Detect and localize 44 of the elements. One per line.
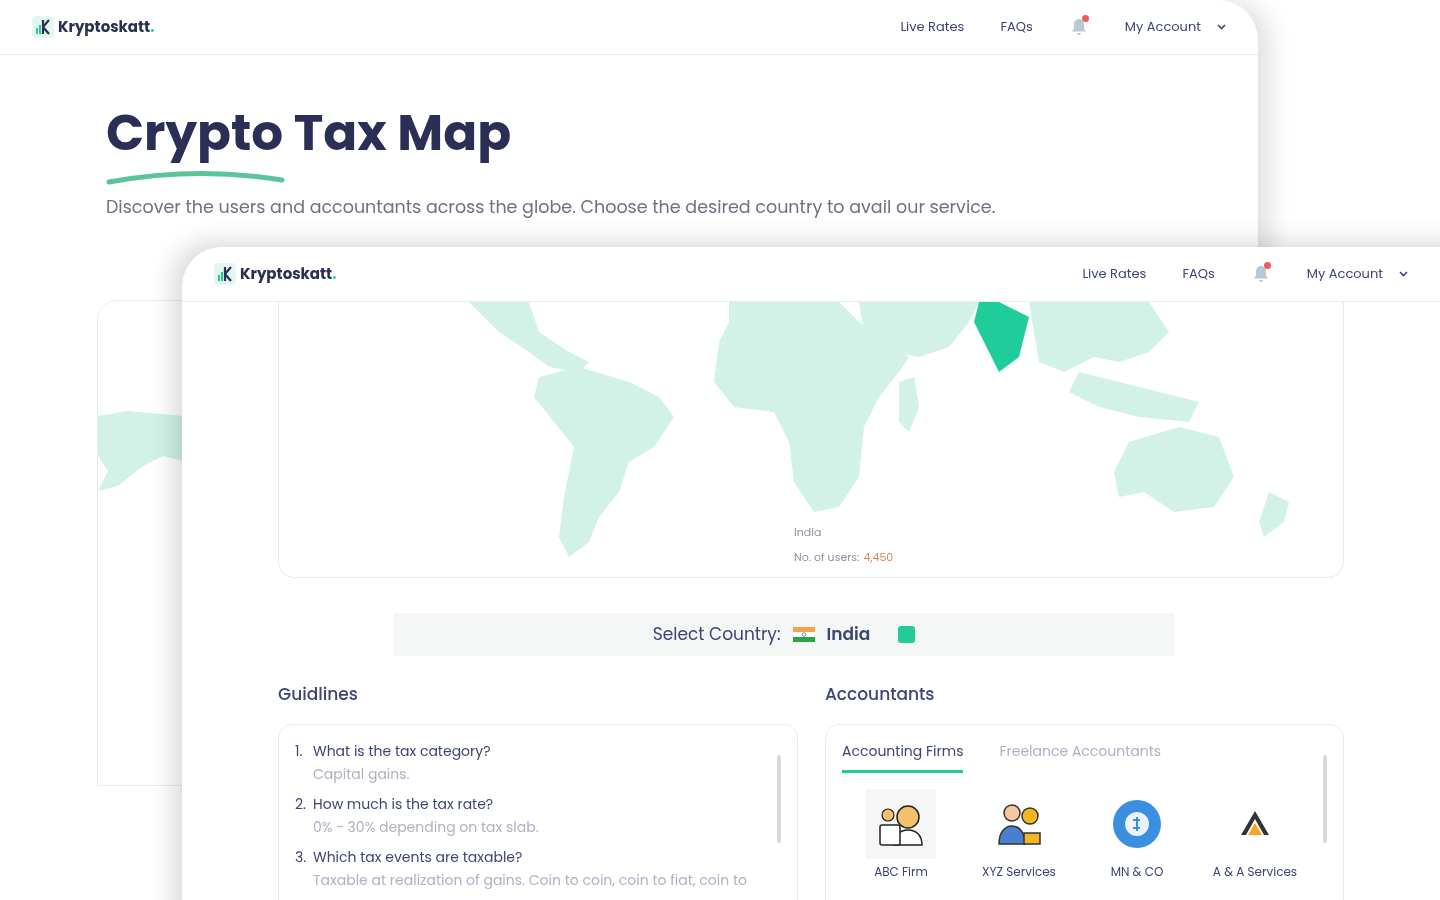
nav-link[interactable]: FAQs [1000, 17, 1033, 37]
tooltip-country: India [794, 524, 823, 541]
caret-icon [1217, 24, 1226, 30]
brand-name[interactable]: Kryptoskatt. [240, 262, 337, 286]
firm-name: A & A Services [1212, 862, 1298, 881]
firm-item[interactable]: ABC Firm [842, 788, 960, 881]
caret-icon [1399, 271, 1408, 277]
answer-text: 0% - 30% depending on tax slab. [313, 816, 539, 838]
bell-icon [1070, 18, 1087, 36]
tooltip-users-label: No. of users: [794, 548, 860, 565]
underline-stroke-icon [106, 168, 286, 186]
question-text: Which tax events are taxable? [313, 846, 524, 868]
question-number: 2. [295, 793, 307, 816]
nav-link[interactable]: Live Rates [1082, 264, 1147, 284]
firm-item[interactable]: A & A Services [1196, 788, 1314, 881]
question-text: What is the tax category? [313, 740, 491, 762]
firm-item[interactable]: XYZ Services [960, 788, 1078, 881]
selected-country: India [826, 621, 871, 648]
brand-name[interactable]: Kryptoskatt. [58, 15, 155, 39]
logo-icon [214, 263, 236, 285]
answer-text: Capital gains. [313, 763, 411, 785]
guidelines-heading: Guidlines [278, 682, 359, 708]
question-text: How much is the tax rate? [313, 793, 495, 815]
accountants-heading: Accountants [825, 682, 936, 708]
country-select-bar[interactable]: Select Country: India [394, 613, 1174, 656]
nav-link[interactable]: FAQs [1182, 264, 1215, 284]
bell-icon [1252, 265, 1269, 283]
logo-icon [32, 16, 54, 38]
nav-link[interactable]: Live Rates [900, 17, 965, 37]
triangle-logo-icon [1241, 810, 1269, 837]
firm-name: MN & CO [1110, 862, 1164, 881]
question-number: 1. [295, 740, 304, 763]
tooltip-users-value: 4,450 [863, 548, 894, 565]
question-number: 3. [295, 846, 308, 869]
accountants-tab[interactable]: Accounting Firms [842, 740, 964, 773]
firm-name: XYZ Services [982, 862, 1056, 881]
account-menu[interactable]: My Account [1124, 17, 1226, 37]
firm-name: ABC Firm [874, 862, 928, 881]
select-country-label: Select Country: [652, 621, 781, 648]
account-menu[interactable]: My Account [1306, 264, 1408, 284]
firm-item[interactable]: MN & CO [1078, 788, 1196, 881]
flag-icon [792, 627, 815, 642]
answer-text: Taxable at realization of gains. Coin to coin, coin to fiat, coin to [313, 869, 747, 891]
page-subtitle: Discover the users and accountants across the globe. Choose the desired country to avail our service. [106, 194, 997, 221]
